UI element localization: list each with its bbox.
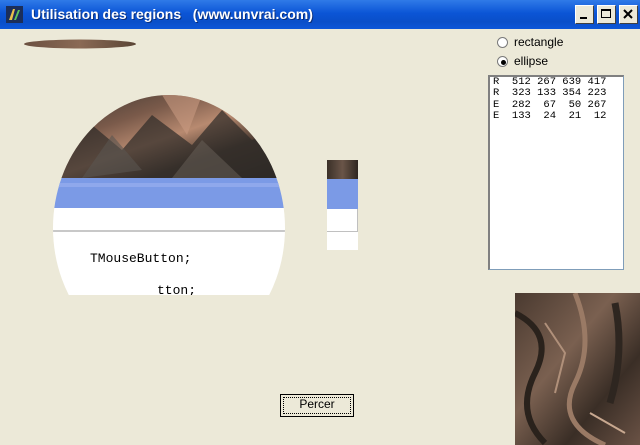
minimize-button[interactable] (575, 5, 594, 24)
title-bar[interactable]: Utilisation des regions (www.unvrai.com) (0, 0, 640, 29)
app-icon (6, 6, 23, 23)
close-icon (623, 9, 633, 19)
close-button[interactable] (619, 5, 638, 24)
minimize-icon (580, 17, 587, 19)
large-ellipse-region: TMouseButton; tton; (53, 95, 285, 295)
code-line-2: tton; (157, 283, 196, 295)
client-area: TMouseButton; tton; rectangle ellipse R … (0, 29, 640, 445)
window-title: Utilisation des regions (www.unvrai.com) (31, 6, 313, 22)
list-item[interactable]: E 133 24 21 12 (490, 110, 623, 122)
small-rect-region (327, 160, 358, 250)
small-ellipse-region (24, 39, 136, 49)
percer-button[interactable]: Percer (280, 394, 354, 417)
regions-listbox[interactable]: R 512 267 639 417 R 323 133 354 223 E 282 … (488, 75, 624, 270)
maximize-icon (601, 9, 611, 18)
code-line-1: TMouseButton; (90, 251, 191, 266)
large-rect-region (515, 293, 640, 445)
list-item[interactable]: R 323 133 354 223 (490, 87, 623, 99)
maximize-button[interactable] (597, 5, 616, 24)
